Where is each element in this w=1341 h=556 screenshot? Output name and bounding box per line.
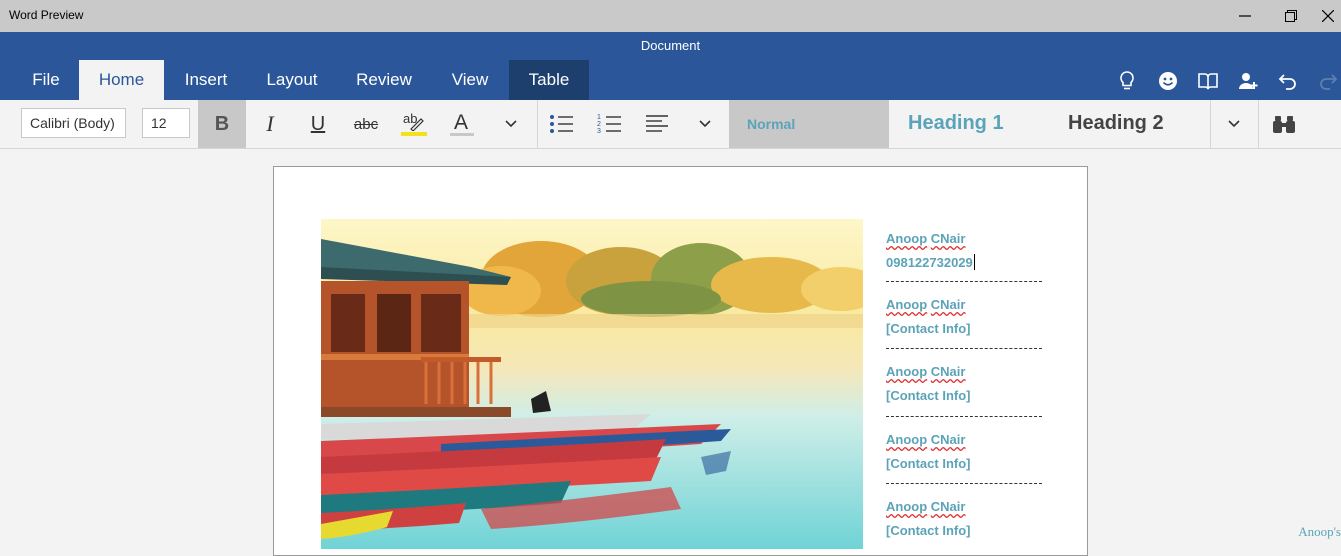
chevron-down-icon xyxy=(1228,120,1240,128)
restore-icon xyxy=(1285,10,1297,22)
contact-entry[interactable]: Anoop CNair [Contact Info] xyxy=(886,360,1046,408)
share-icon[interactable] xyxy=(1235,68,1261,94)
text-cursor xyxy=(973,254,975,270)
divider xyxy=(886,281,1042,282)
styles-dropdown[interactable] xyxy=(1212,100,1256,148)
font-color-label: A xyxy=(454,111,469,134)
tab-view[interactable]: View xyxy=(440,60,500,100)
font-color-button[interactable]: A xyxy=(438,100,486,148)
font-name-box[interactable]: Calibri (Body) xyxy=(21,108,126,138)
bullet-list-icon xyxy=(550,115,573,133)
entry-first-name: Anoop xyxy=(886,432,928,447)
tab-home[interactable]: Home xyxy=(79,60,164,100)
strikethrough-button[interactable]: abc xyxy=(342,100,390,148)
tab-review[interactable]: Review xyxy=(344,60,424,100)
tab-layout[interactable]: Layout xyxy=(254,60,330,100)
svg-text:1: 1 xyxy=(597,114,601,121)
svg-text:3: 3 xyxy=(597,128,601,135)
contact-entry[interactable]: Anoop CNair [Contact Info] xyxy=(886,428,1046,476)
highlight-icon: ab xyxy=(401,111,427,137)
entry-info: [Contact Info] xyxy=(886,388,971,403)
chevron-down-icon xyxy=(505,120,517,128)
entry-last-name: CNair xyxy=(930,231,966,246)
close-button[interactable] xyxy=(1314,0,1341,32)
entry-info: 098122732029 xyxy=(886,255,973,270)
entry-last-name: CNair xyxy=(930,297,966,312)
contact-entry[interactable]: Anoop CNair [Contact Info] xyxy=(886,293,1046,341)
divider xyxy=(886,483,1042,484)
paragraph-options-dropdown[interactable] xyxy=(684,100,726,148)
bullets-button[interactable] xyxy=(538,100,584,148)
align-button[interactable] xyxy=(634,100,680,148)
contact-entry[interactable]: Anoop CNair [Contact Info] xyxy=(886,495,1046,543)
find-button[interactable] xyxy=(1262,100,1306,148)
watermark: Anoop's xyxy=(1298,524,1341,539)
italic-button[interactable]: I xyxy=(246,100,294,148)
entry-info: [Contact Info] xyxy=(886,321,971,336)
entry-info: [Contact Info] xyxy=(886,523,971,538)
app-title: Word Preview xyxy=(9,8,84,22)
numbered-list-icon: 123 xyxy=(597,114,621,135)
title-bar: Word Preview xyxy=(0,0,1341,32)
numbering-button[interactable]: 123 xyxy=(586,100,632,148)
entry-last-name: CNair xyxy=(930,432,966,447)
align-left-icon xyxy=(646,115,668,132)
home-toolbar: Calibri (Body) 12 B I U abc ab A 123 Nor… xyxy=(0,100,1341,149)
divider xyxy=(886,348,1042,349)
font-color-icon: A xyxy=(450,111,474,137)
tab-table[interactable]: Table xyxy=(509,60,589,100)
lightbulb-icon[interactable] xyxy=(1114,68,1140,94)
ribbon: Document File Home Insert Layout Review … xyxy=(0,32,1341,100)
tab-file[interactable]: File xyxy=(18,60,74,100)
tab-insert[interactable]: Insert xyxy=(170,60,242,100)
document-title: Document xyxy=(640,38,701,53)
minimize-button[interactable] xyxy=(1222,0,1268,32)
entry-first-name: Anoop xyxy=(886,364,928,379)
entry-info: [Contact Info] xyxy=(886,456,971,471)
highlight-button[interactable]: ab xyxy=(390,100,438,148)
document-page[interactable]: Anoop CNair 098122732029 Anoop CNair [Co… xyxy=(273,166,1088,556)
style-heading-2[interactable]: Heading 2 xyxy=(1068,112,1164,135)
binoculars-icon xyxy=(1273,116,1295,133)
entry-first-name: Anoop xyxy=(886,231,928,246)
minimize-icon xyxy=(1239,15,1251,17)
style-normal[interactable]: Normal xyxy=(729,100,889,148)
bold-button[interactable]: B xyxy=(198,100,246,148)
boats-lake-photo xyxy=(321,219,863,549)
font-options-dropdown[interactable] xyxy=(490,100,532,148)
undo-icon[interactable] xyxy=(1275,68,1301,94)
contact-entry[interactable]: Anoop CNair 098122732029 xyxy=(886,227,1046,275)
redo-icon[interactable] xyxy=(1315,68,1341,94)
divider xyxy=(886,416,1042,417)
style-heading-1[interactable]: Heading 1 xyxy=(908,112,1004,135)
smiley-icon[interactable] xyxy=(1155,68,1181,94)
entry-last-name: CNair xyxy=(930,364,966,379)
chevron-down-icon xyxy=(699,120,711,128)
entry-first-name: Anoop xyxy=(886,499,928,514)
close-icon xyxy=(1321,10,1334,22)
restore-button[interactable] xyxy=(1268,0,1314,32)
read-mode-icon[interactable] xyxy=(1195,68,1221,94)
underline-button[interactable]: U xyxy=(294,100,342,148)
entry-last-name: CNair xyxy=(930,499,966,514)
svg-text:2: 2 xyxy=(597,121,601,128)
entry-first-name: Anoop xyxy=(886,297,928,312)
font-size-box[interactable]: 12 xyxy=(142,108,190,138)
